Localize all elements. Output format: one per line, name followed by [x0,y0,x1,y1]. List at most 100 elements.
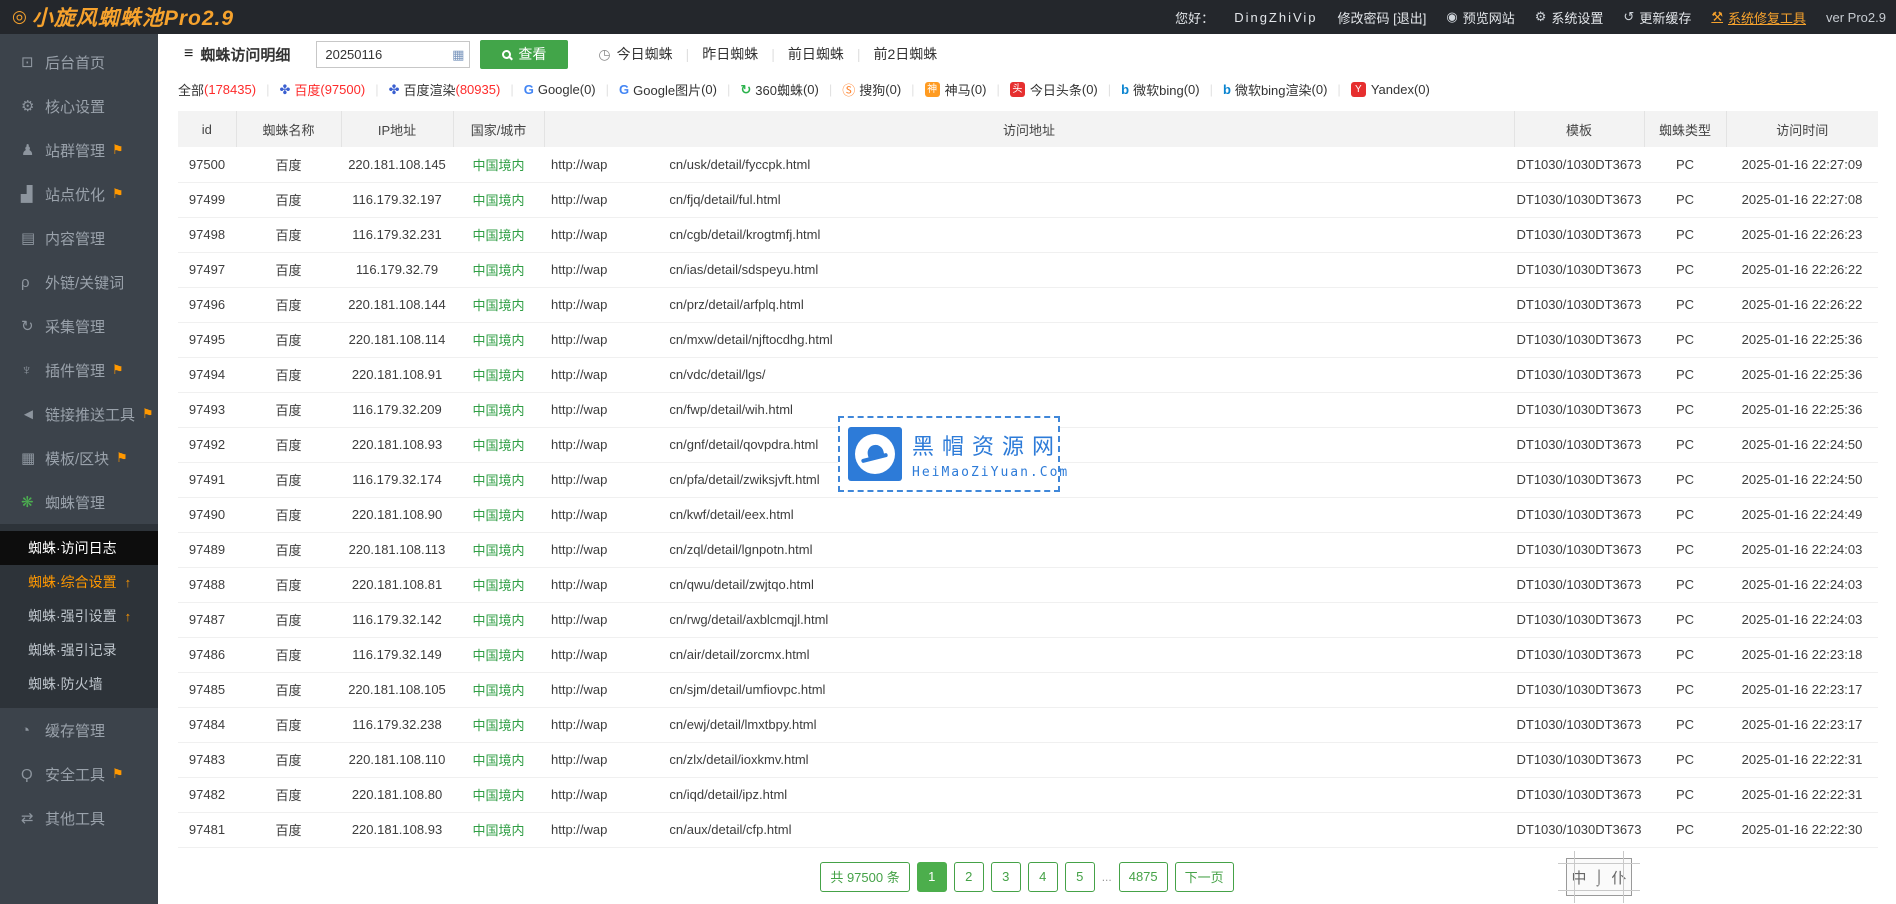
filter-all[interactable]: 全部(178435) [178,80,256,99]
filter-sogou[interactable]: Ⓢ搜狗(0) [842,80,901,99]
separator: | [1337,82,1340,97]
sidebar-item-site-group[interactable]: ♟站群管理⚑ [0,128,158,172]
cell-template: DT1030/1030DT3673 [1514,217,1644,252]
bulb-icon: Ϙ [21,766,45,783]
cell-url: http://wapcn/qwu/detail/zwjtqo.html [544,567,1514,602]
change-password-logout-link[interactable]: 修改密码 [退出] [1338,8,1427,27]
cell-id: 97495 [178,322,236,357]
cell-template: DT1030/1030DT3673 [1514,742,1644,777]
paper-plane-icon: ◄ [21,406,45,423]
sidebar-item-core-settings[interactable]: ⚙核心设置 [0,84,158,128]
filter-bing[interactable]: b微软bing(0) [1121,80,1199,99]
preview-site-link[interactable]: ◉预览网站 [1446,8,1514,27]
page-button-4[interactable]: 4 [1028,862,1058,892]
table-row: 97496百度220.181.108.144中国境内http://wapcn/p… [178,287,1878,322]
view-button[interactable]: 查看 [480,40,568,69]
url-path: cn/zlx/detail/ioxkmv.html [669,752,808,767]
sidebar-item-security[interactable]: Ϙ安全工具 ⚑ [0,752,158,796]
cell-time: 2025-01-16 22:23:17 [1726,707,1878,742]
repair-tool-link[interactable]: ⚒系统修复工具 [1711,8,1806,27]
cell-ip: 116.179.32.238 [341,707,453,742]
cell-spider-name: 百度 [236,637,341,672]
separator: | [996,82,999,97]
pin-icon: ⚑ [112,766,124,782]
quick-link-two-days-before[interactable]: 前2日蜘蛛 [874,44,938,64]
quick-link-yesterday[interactable]: 昨日蜘蛛 [702,44,758,64]
ime-widget[interactable]: 中⌡仆 [1566,858,1632,896]
submenu-spider-general-settings[interactable]: 蜘蛛·综合设置↑ [0,565,158,599]
filter-label: Google图片 [633,80,701,99]
cell-id: 97490 [178,497,236,532]
cell-id: 97488 [178,567,236,602]
filter-yandex[interactable]: YYandex(0) [1351,82,1430,97]
date-input[interactable] [316,41,470,68]
cell-ip: 116.179.32.174 [341,462,453,497]
filter-google[interactable]: GGoogle(0) [524,82,596,97]
calendar-icon[interactable]: ▦ [452,47,464,63]
filter-label: 百度 [294,80,320,99]
filter-label: 微软bing渲染 [1235,80,1312,99]
filter-bing-render[interactable]: b微软bing渲染(0) [1223,80,1327,99]
url-path: cn/kwf/detail/eex.html [669,507,793,522]
sidebar-item-templates[interactable]: ▦模板/区块⚑ [0,436,158,480]
url-path: cn/qwu/detail/zwjtqo.html [669,577,814,592]
cell-spider-type: PC [1644,182,1726,217]
system-settings-link[interactable]: ⚙系统设置 [1535,8,1604,27]
submenu-spider-access-log[interactable]: 蜘蛛·访问日志 [0,531,158,565]
submenu-spider-force-records[interactable]: 蜘蛛·强引记录 [0,633,158,667]
url-prefix: http://wap [551,822,607,837]
cell-time: 2025-01-16 22:22:31 [1726,742,1878,777]
cell-spider-name: 百度 [236,672,341,707]
sidebar-item-collect[interactable]: ↻采集管理 [0,304,158,348]
url-prefix: http://wap [551,437,607,452]
cell-url: http://wapcn/iqd/detail/ipz.html [544,777,1514,812]
page-button-5[interactable]: 5 [1065,862,1095,892]
refresh-cache-link[interactable]: ↺更新缓存 [1623,8,1691,27]
cell-ip: 220.181.108.110 [341,742,453,777]
submenu-spider-force-settings[interactable]: 蜘蛛·强引设置↑ [0,599,158,633]
sidebar-item-site-optimize[interactable]: ▟站点优化⚑ [0,172,158,216]
filter-count: (80935) [456,82,501,97]
filter-toutiao[interactable]: 头今日头条(0) [1010,80,1098,99]
url-path: cn/cgb/detail/krogtmfj.html [669,227,820,242]
sidebar-item-content[interactable]: ▤内容管理 [0,216,158,260]
cell-spider-type: PC [1644,707,1726,742]
topbar-menu: ◉预览网站 ⚙系统设置 ↺更新缓存 ⚒系统修复工具 [1446,8,1806,27]
cell-time: 2025-01-16 22:22:31 [1726,777,1878,812]
wrench-icon: ⚒ [1711,9,1723,25]
table-row: 97499百度116.179.32.197中国境内http://wapcn/fj… [178,182,1878,217]
cell-url: http://wapcn/rwg/detail/axblcmqjl.html [544,602,1514,637]
page-button-2[interactable]: 2 [954,862,984,892]
bing-icon: b [1121,82,1129,97]
filter-google-images[interactable]: GGoogle图片(0) [619,80,717,99]
sidebar-item-links-keywords[interactable]: ρ外链/关键词 [0,260,158,304]
filter-shenma[interactable]: 神神马(0) [925,80,987,99]
page-button-last[interactable]: 4875 [1119,862,1168,892]
cell-spider-name: 百度 [236,602,341,637]
cell-template: DT1030/1030DT3673 [1514,427,1644,462]
topbar: ◎ 小旋风蜘蛛池Pro2.9 您好： DingZhiVip 修改密码 [退出] … [0,0,1896,34]
filter-baidu[interactable]: ✤百度(97500) [279,80,365,99]
cell-spider-type: PC [1644,567,1726,602]
baidu-paw-icon: ✤ [279,82,290,98]
page-button-3[interactable]: 3 [991,862,1021,892]
sidebar-item-plugins[interactable]: ♆插件管理⚑ [0,348,158,392]
url-path: cn/aux/detail/cfp.html [669,822,791,837]
filter-baidu-render[interactable]: ✤百度渲染(80935) [389,80,501,99]
quick-link-today[interactable]: ◷今日蜘蛛 [598,44,672,64]
filter-360-spider[interactable]: ↻360蜘蛛(0) [740,80,819,99]
sidebar-item-cache[interactable]: ◔缓存管理 [0,708,158,752]
quick-link-day-before[interactable]: 前日蜘蛛 [788,44,844,64]
quick-link-label: 前日蜘蛛 [788,44,844,64]
submenu-spider-firewall[interactable]: 蜘蛛·防火墙 [0,667,158,701]
page-button-1[interactable]: 1 [917,862,947,892]
sidebar-item-link-push[interactable]: ◄链接推送工具⚑ [0,392,158,436]
sidebar-item-label: 安全工具 [45,764,105,785]
sidebar-item-dashboard[interactable]: ⊡后台首页 [0,40,158,84]
cell-spider-type: PC [1644,287,1726,322]
watermark-subtitle: HeiMaoZiYuan.Com [912,465,1069,480]
next-page-button[interactable]: 下一页 [1175,862,1234,892]
cell-ip: 220.181.108.91 [341,357,453,392]
sidebar-item-spider[interactable]: ❋蜘蛛管理 [0,480,158,524]
sidebar-item-other-tools[interactable]: ⇄其他工具 [0,796,158,840]
